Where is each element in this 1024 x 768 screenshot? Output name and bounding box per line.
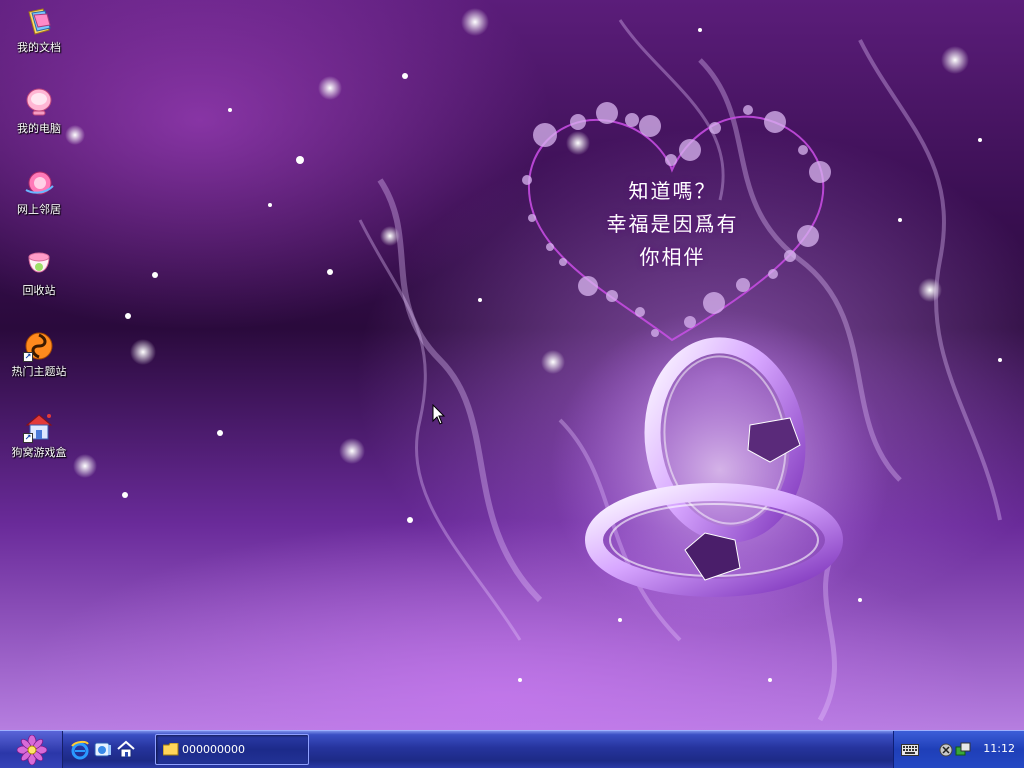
desktop-icon-my-computer[interactable]: 我的电脑 (0, 83, 78, 153)
desktop-icon-label: 回收站 (22, 284, 56, 297)
wallpaper (65, 8, 1002, 722)
taskbar-clock[interactable]: 11:12 (983, 742, 1015, 755)
quick-launch-media[interactable] (93, 740, 113, 760)
folder-icon (163, 743, 179, 756)
wallpaper-heart-text: 知道嗎？ 幸福是因爲有 你相伴 (560, 175, 785, 274)
recycle-bin-icon (23, 249, 55, 281)
desktop-icon-network[interactable]: 网上邻居 (0, 164, 78, 234)
shortcut-arrow-icon: ↗ (23, 433, 33, 443)
volume-icon[interactable] (938, 742, 954, 758)
theme-site-icon: ↗ (23, 330, 55, 362)
network-status-icon[interactable] (955, 741, 971, 757)
desktop-icon-label: 我的电脑 (17, 122, 61, 135)
my-computer-icon (23, 87, 55, 119)
heart-text-line-1: 知道嗎？ (628, 179, 717, 203)
quick-launch-home[interactable] (116, 740, 136, 760)
ie-icon (71, 740, 89, 760)
flower-start-icon (17, 735, 47, 765)
sparkles (65, 8, 1002, 682)
keyboard-icon[interactable] (901, 744, 919, 756)
desktop-icon-theme-site[interactable]: ↗ 热门主题站 (0, 326, 78, 396)
home-icon (117, 740, 135, 758)
desktop-icon-label: 我的文档 (17, 41, 61, 54)
my-documents-icon (23, 6, 55, 38)
heart-text-line-3: 你相伴 (639, 245, 706, 269)
desktop-icon-label: 热门主题站 (11, 365, 67, 378)
game-box-icon: ↗ (23, 411, 55, 443)
start-button[interactable] (0, 731, 63, 768)
system-tray: 11:12 (893, 731, 1024, 768)
taskbar-window-label: 000000000 (182, 743, 245, 756)
wedding-rings-art (550, 310, 890, 630)
quick-launch-ie[interactable] (70, 740, 90, 760)
taskbar-window-button[interactable]: 000000000 (155, 734, 309, 765)
mouse-cursor-icon (432, 404, 446, 425)
desktop-icon-label: 狗窝游戏盒 (11, 446, 67, 459)
media-icon (94, 742, 111, 757)
desktop-icon-label: 网上邻居 (17, 203, 61, 216)
desktop-icon-my-documents[interactable]: 我的文档 (0, 2, 78, 72)
shortcut-arrow-icon: ↗ (23, 352, 33, 362)
desktop-icon-game-box[interactable]: ↗ 狗窝游戏盒 (0, 407, 78, 477)
taskbar: 000000000 11:12 (0, 730, 1024, 768)
network-icon (23, 168, 55, 200)
heart-text-line-2: 幸福是因爲有 (606, 212, 739, 236)
desktop[interactable]: 知道嗎？ 幸福是因爲有 你相伴 我的文档 我的电脑 网上邻居 回收站 ↗ 热门主… (0, 0, 1024, 730)
desktop-icon-recycle-bin[interactable]: 回收站 (0, 245, 78, 315)
